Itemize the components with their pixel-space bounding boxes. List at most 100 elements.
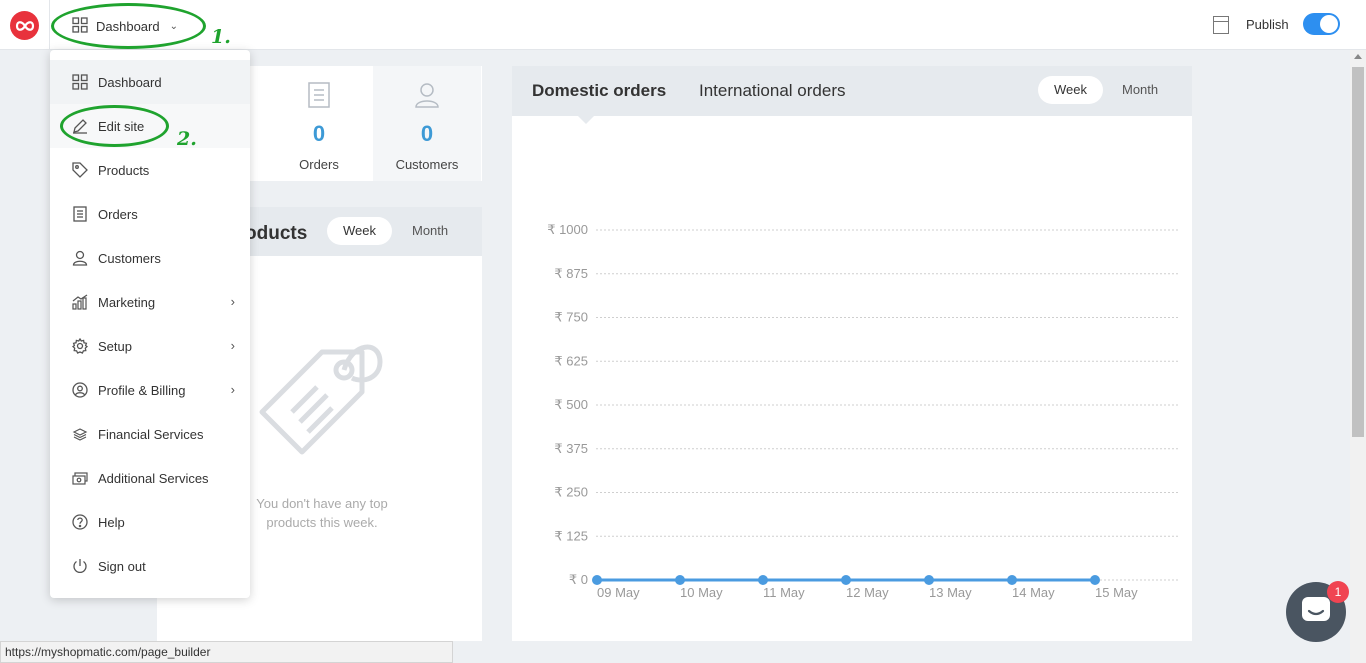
chat-notification-badge: 1 [1327,581,1349,603]
x-tick-label: 11 May [763,585,805,600]
top-products-month-pill[interactable]: Month [396,217,464,245]
top-products-week-pill[interactable]: Week [327,217,392,245]
infinity-logo-icon [15,20,34,31]
data-point[interactable] [1007,575,1017,585]
y-tick-label: ₹ 0 [569,572,588,587]
menu-item-customers[interactable]: Customers [50,236,250,280]
dashboard-dropdown-button[interactable]: Dashboard ⌄ [72,14,178,38]
orders-line-chart: ₹ 0 ₹ 125 ₹ 250 ₹ 375 ₹ 500 ₹ 625 ₹ 750 ₹ 875 ₹ … [547,222,1178,600]
menu-item-label: Products [98,162,150,178]
x-tick-label: 09 May [597,585,640,600]
menu-item-setup[interactable]: Setup › [50,324,250,368]
document-icon [71,206,88,223]
y-tick-label: ₹ 500 [554,397,588,412]
shopmatic-logo[interactable] [10,11,39,40]
menu-item-label: Financial Services [98,426,204,442]
orders-chart-card: Domestic orders International orders Wee… [512,66,1192,641]
pencil-icon [71,118,88,135]
menu-item-label: Dashboard [98,74,162,90]
menu-item-label: Additional Services [98,470,209,486]
services-icon [71,470,88,487]
orders-label: Orders [299,157,339,172]
page-scrollbar[interactable] [1350,50,1366,663]
help-icon [71,514,88,531]
menu-item-label: Edit site [98,118,145,134]
menu-item-sign-out[interactable]: Sign out [50,544,250,588]
browser-status-url: https://myshopmatic.com/page_builder [0,641,453,663]
y-tick-label: ₹ 625 [554,353,588,368]
orders-chart-header: Domestic orders International orders Wee… [512,66,1192,116]
top-bar-divider [49,0,50,50]
grid-icon [72,16,88,36]
data-point[interactable] [841,575,851,585]
menu-item-label: Setup [98,338,132,354]
scroll-up-arrow-icon[interactable] [1354,54,1362,59]
scroll-thumb[interactable] [1352,67,1364,437]
annotation-step-1: 1. [211,26,231,48]
menu-item-profile-billing[interactable]: Profile & Billing › [50,368,250,412]
x-tick-label: 12 May [846,585,889,600]
y-tick-label: ₹ 250 [554,485,588,500]
top-bar: Dashboard ⌄ Publish [0,0,1366,50]
tag-illustration-icon [252,332,392,472]
customers-label: Customers [395,157,459,172]
y-tick-label: ₹ 750 [554,310,588,325]
menu-item-label: Sign out [98,558,146,574]
document-icon [308,82,330,113]
active-tab-indicator [578,116,594,124]
menu-item-financial-services[interactable]: Financial Services [50,412,250,456]
tab-domestic-orders[interactable]: Domestic orders [532,81,666,101]
chevron-down-icon: ⌄ [169,20,178,32]
menu-item-help[interactable]: Help [50,500,250,544]
x-tick-label: 13 May [929,585,972,600]
money-icon [71,426,88,443]
tag-icon [71,162,88,179]
chevron-right-icon: › [230,382,235,397]
data-point[interactable] [924,575,934,585]
orders-month-pill[interactable]: Month [1106,76,1174,104]
y-tick-label: ₹ 875 [554,266,588,281]
chevron-right-icon: › [230,294,235,309]
customers-count: 0 [420,121,434,146]
power-icon [71,558,88,575]
y-tick-label: ₹ 375 [554,441,588,456]
user-circle-icon [71,382,88,399]
menu-item-edit-site[interactable]: Edit site [50,104,250,148]
stat-orders[interactable]: 0 Orders [265,66,373,181]
chevron-right-icon: › [230,338,235,353]
data-point[interactable] [758,575,768,585]
x-tick-label: 14 May [1012,585,1055,600]
data-point[interactable] [1090,575,1100,585]
y-tick-label: ₹ 125 [554,528,588,543]
dashboard-dropdown-menu: Dashboard Edit site Products Orders Customer… [50,50,250,598]
top-products-title: oducts [245,223,308,244]
menu-item-label: Profile & Billing [98,382,186,398]
menu-item-label: Customers [98,250,161,266]
menu-item-marketing[interactable]: Marketing › [50,280,250,324]
data-point[interactable] [675,575,685,585]
chart-icon [71,294,88,311]
menu-item-additional-services[interactable]: Additional Services [50,456,250,500]
dashboard-dropdown-label: Dashboard [96,18,160,34]
stat-customers[interactable]: 0 Customers [373,66,481,181]
user-icon [414,82,440,113]
publish-toggle[interactable] [1303,13,1340,35]
y-tick-label: ₹ 1000 [547,222,588,237]
menu-item-dashboard[interactable]: Dashboard [50,60,250,104]
publish-label: Publish [1246,17,1289,32]
x-tick-label: 10 May [680,585,723,600]
x-tick-label: 15 May [1095,585,1138,600]
menu-item-label: Marketing [98,294,156,310]
annotation-step-2: 2. [177,128,197,150]
menu-item-products[interactable]: Products [50,148,250,192]
data-point[interactable] [592,575,602,585]
orders-count: 0 [312,121,326,146]
chat-icon [1301,596,1331,629]
menu-item-label: Orders [98,206,138,222]
page-preview-icon[interactable] [1213,16,1229,34]
orders-week-pill[interactable]: Week [1038,76,1103,104]
menu-item-orders[interactable]: Orders [50,192,250,236]
tab-international-orders[interactable]: International orders [699,81,845,101]
top-products-empty-text: You don't have any top products this wee… [256,496,388,530]
user-icon [71,250,88,267]
